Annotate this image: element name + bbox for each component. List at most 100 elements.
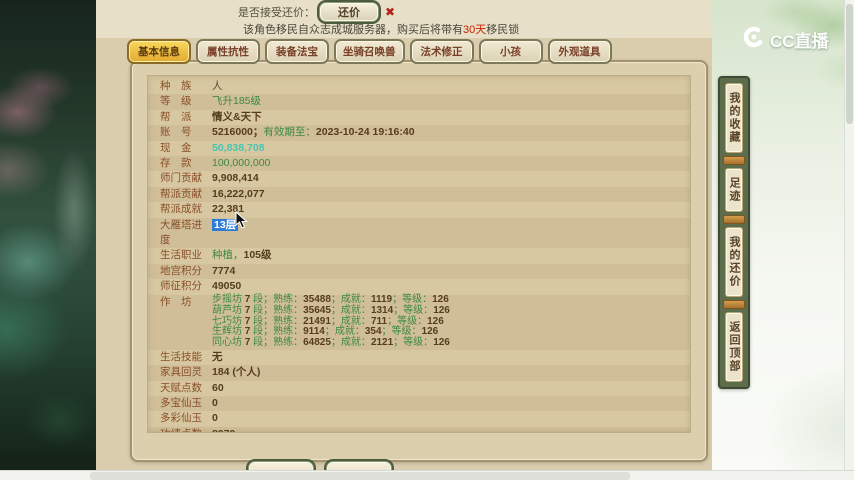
value-segment: 126 [433, 337, 450, 349]
row-label: 作 坊 [160, 295, 192, 308]
left-landscape-art [0, 0, 96, 480]
value-segment: 1119 [370, 293, 393, 305]
mouse-cursor-icon [235, 210, 248, 234]
row-label: 现 金 [160, 141, 192, 154]
value-segment: ；成就： [330, 293, 371, 305]
row-value: 0 [212, 396, 678, 411]
info-row: 生活技能无 [148, 350, 690, 365]
value-segment: 126 [432, 293, 449, 305]
info-row: 师门贡献 9,908,414 [148, 171, 690, 186]
horizontal-scrollbar-thumb[interactable] [90, 472, 630, 480]
value-segment: 50,838,708 [212, 141, 265, 154]
sidebar-button-4[interactable]: 返回顶部 [725, 312, 743, 382]
tab-6[interactable]: 小孩 [478, 39, 543, 64]
value-segment: 100,000,000 [212, 157, 271, 170]
value-segment: 60 [212, 381, 224, 394]
row-value: 184 (个人) [212, 365, 678, 380]
info-row: 地宫积分 7774 [148, 263, 690, 280]
row-value: 人 [212, 79, 678, 94]
row-value: 16,222,077 [212, 187, 678, 202]
value-segment: ；成就： [324, 326, 365, 338]
value-segment: 21491 [303, 315, 331, 327]
value-segment: 184 (个人) [212, 366, 261, 379]
sidebar-button-1[interactable]: 我的收藏 [725, 83, 743, 153]
row-label: 生活技能 [160, 350, 202, 363]
row-label: 等 级 [160, 95, 192, 108]
vertical-scrollbar-thumb[interactable] [846, 4, 853, 124]
wood-knot-divider [723, 156, 745, 165]
value-segment: 126 [427, 315, 444, 327]
value-segment: 有效期至： [263, 126, 316, 139]
value-segment: 354 [364, 326, 382, 338]
row-value: 0 [212, 411, 678, 426]
info-row: 师征积分 49050 [148, 279, 690, 294]
sidebar-button-2[interactable]: 足迹 [725, 168, 743, 212]
cc-swirl-icon [742, 25, 766, 54]
value-segment: 0 [212, 396, 218, 409]
row-value: 60 [212, 381, 678, 396]
sidebar-button-3[interactable]: 我的还价 [725, 227, 743, 297]
value-segment: ；等级： [387, 315, 428, 327]
value-segment: 105级 [243, 249, 272, 262]
floating-sidebar: 我的收藏足迹我的还价返回顶部 [718, 76, 750, 389]
info-row: 多彩仙玉 0 [148, 411, 690, 426]
value-segment: 126 [433, 304, 450, 316]
info-row: 作 坊步摇坊 7 段；熟练：35488；成就：1119；等级：126 葫芦坊 7 … [148, 293, 690, 350]
cc-live-logo: CC直播 [742, 25, 829, 54]
value-segment: 1314 [370, 304, 394, 316]
row-label: 师门贡献 [160, 172, 202, 185]
info-row: 多宝仙玉 0 [148, 395, 690, 412]
row-value: 22,381 [212, 202, 678, 217]
value-segment: 种植， [212, 249, 244, 262]
row-label: 种 族 [160, 80, 192, 92]
reject-icon[interactable]: ✖ [385, 5, 395, 19]
info-row: 帮 派 情义&天下 [148, 110, 690, 125]
value-segment: 步摇坊 [212, 293, 245, 305]
info-row: 帮派贡献 16,222,077 [148, 186, 690, 203]
tab-5[interactable]: 法术修正 [409, 39, 474, 64]
value-segment: 飞升185级 [212, 95, 262, 108]
row-value: 8970 [212, 427, 678, 432]
row-label: 地宫积分 [160, 264, 202, 277]
info-row: 功绩点数8970 [148, 426, 690, 432]
row-value: 情义&天下 [212, 110, 678, 125]
info-row: 家具回灵 184 (个人) [148, 365, 690, 381]
value-segment: 0 [212, 412, 218, 425]
tab-bar: 基本信息 属性抗性 装备法宝 坐骑召唤兽 法术修正 小孩 外观道具 [127, 39, 612, 64]
value-segment: 人 [212, 80, 223, 92]
horizontal-scrollbar[interactable] [0, 470, 854, 480]
vertical-scrollbar[interactable] [844, 0, 854, 480]
notice-days: 30天 [463, 24, 487, 36]
value-segment: 64825 [303, 337, 331, 349]
value-segment: 葫芦坊 [212, 304, 245, 316]
value-segment: 126 [421, 326, 439, 338]
row-label: 账 号 [160, 126, 192, 139]
row-value: 9,908,414 [212, 171, 678, 186]
row-value: 100,000,000 [212, 156, 678, 171]
value-segment: ；等级： [381, 326, 422, 338]
value-segment: 段；熟练： [250, 304, 304, 316]
row-label: 帮派成就 [160, 203, 202, 216]
value-segment: 七巧坊 [212, 315, 245, 327]
row-value: 49050 [212, 279, 678, 294]
notice-text-pre: 该角色移民自众志成城服务器，购买后将带有 [243, 24, 463, 36]
row-label: 多宝仙玉 [160, 396, 202, 409]
value-segment: 9114 [303, 326, 325, 338]
value-segment: 8970 [212, 428, 235, 432]
counter-offer-button[interactable]: 还价 [319, 2, 379, 22]
tab-7[interactable]: 外观道具 [547, 39, 612, 64]
value-segment: 9,908,414 [212, 172, 259, 185]
row-label: 帮 派 [160, 110, 192, 123]
value-segment: ；成就： [330, 337, 371, 349]
cc-logo-text: CC直播 [770, 32, 829, 51]
value-segment: 7774 [212, 264, 236, 277]
tab-2[interactable]: 属性抗性 [196, 39, 260, 64]
tab-1[interactable]: 基本信息 [127, 39, 191, 64]
value-segment: ；等级： [392, 293, 433, 305]
tab-4[interactable]: 坐骑召唤兽 [334, 39, 405, 64]
row-value: 步摇坊 7 段；熟练：35488；成就：1119；等级：126 葫芦坊 7 段；熟… [212, 293, 678, 350]
value-segment: ；成就： [330, 315, 371, 327]
info-row: 账 号 5216000；有效期至：2023-10-24 19:16:40 [148, 125, 690, 141]
tab-3[interactable]: 装备法宝 [265, 39, 329, 64]
info-row: 天赋点数 60 [148, 381, 690, 396]
